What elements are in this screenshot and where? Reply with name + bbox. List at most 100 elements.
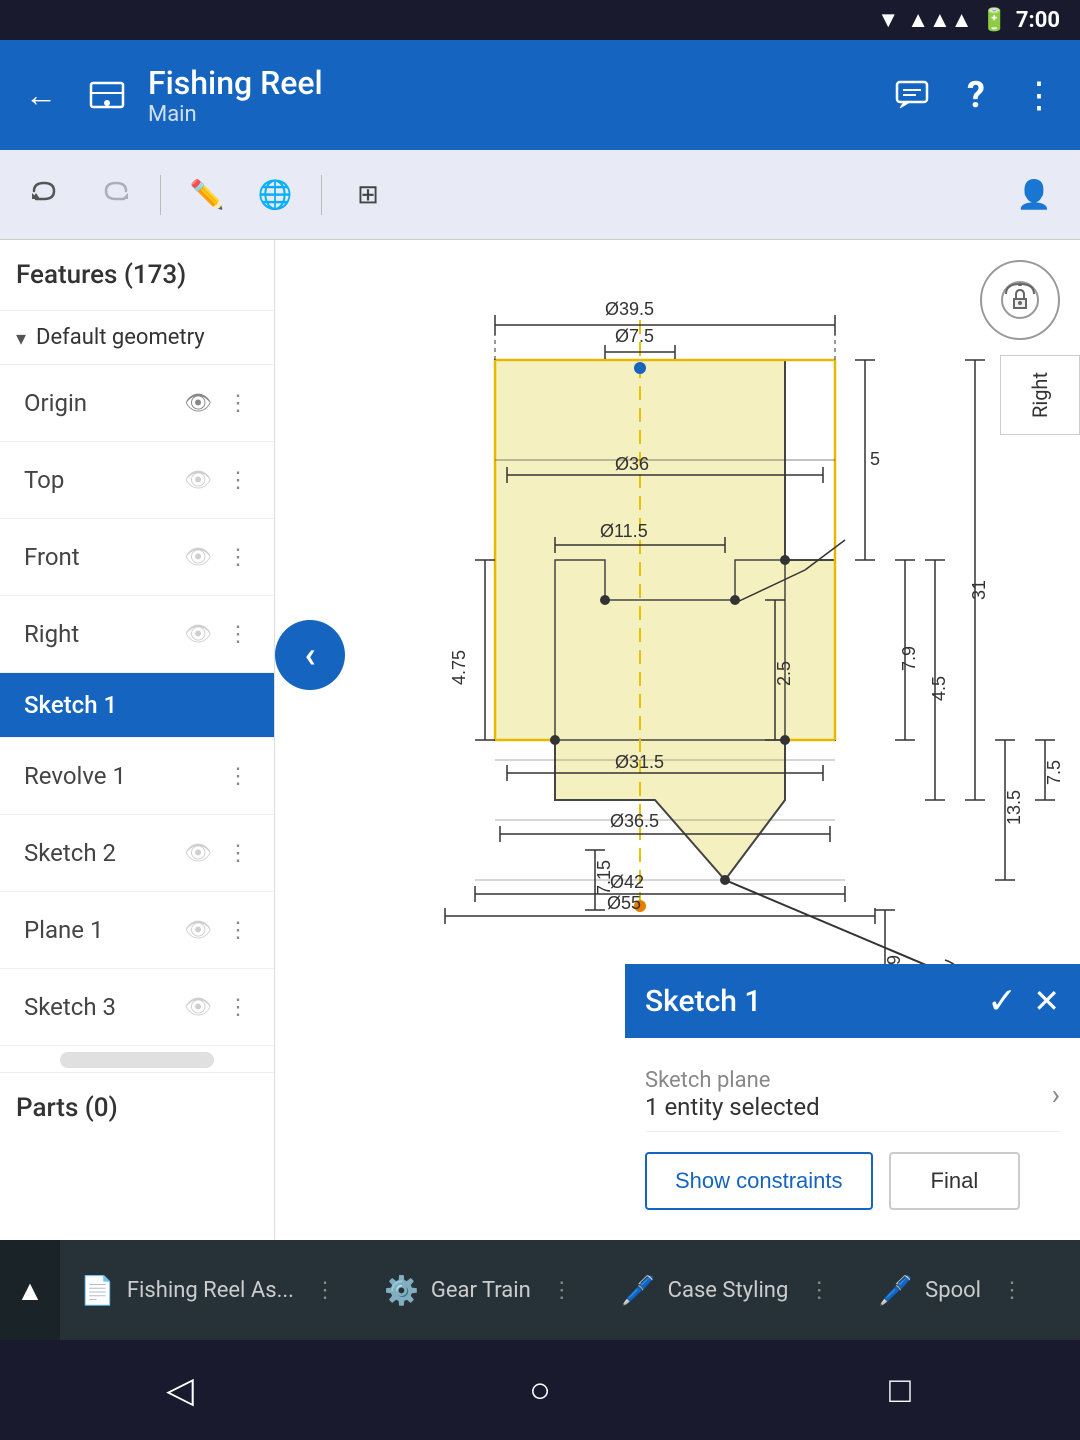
app-icon (82, 70, 132, 120)
eye-hidden-icon[interactable]: 👁 (178, 987, 218, 1027)
close-sketch-button[interactable]: ✕ (1033, 982, 1060, 1020)
more-icon[interactable]: ⋮ (218, 537, 258, 577)
tab-more-icon[interactable]: ⋮ (800, 1278, 838, 1303)
status-bar: ▼ ▲▲▲ 🔋 7:00 (0, 0, 1080, 40)
back-arrow-icon: ‹ (304, 634, 315, 676)
sidebar-item-label: Right (24, 620, 178, 648)
recent-nav-button[interactable]: □ (860, 1369, 940, 1411)
help-button[interactable]: ? (952, 71, 1000, 119)
default-geometry-label: Default geometry (36, 325, 205, 350)
app-title: Fishing Reel (148, 64, 872, 102)
sketch-plane-row[interactable]: Sketch plane 1 entity selected › (645, 1058, 1060, 1132)
svg-text:7.9: 7.9 (899, 646, 919, 671)
svg-text:Ø31.5: Ø31.5 (615, 752, 664, 772)
collapse-sidebar-button[interactable]: ‹ (275, 620, 345, 690)
more-icon[interactable]: ⋮ (218, 460, 258, 500)
svg-text:13.5: 13.5 (1004, 790, 1024, 825)
gear-icon: ⚙️ (384, 1274, 419, 1307)
sidebar-item-label: Revolve 1 (24, 762, 218, 790)
spool-icon: 🖊️ (878, 1274, 913, 1307)
eye-hidden-icon[interactable]: 👁 (178, 910, 218, 950)
more-icon[interactable]: ⋮ (218, 987, 258, 1027)
tab-more-icon[interactable]: ⋮ (306, 1278, 344, 1303)
time-display: 7:00 (1016, 8, 1060, 33)
tab-spool[interactable]: 🖊️ Spool ⋮ (858, 1240, 1051, 1340)
tab-bar: ▲ 📄 Fishing Reel As... ⋮ ⚙️ Gear Train ⋮… (0, 1240, 1080, 1340)
tab-case-styling[interactable]: 🖊️ Case Styling ⋮ (601, 1240, 859, 1340)
undo-button[interactable] (16, 165, 76, 225)
svg-text:Ø11.5: Ø11.5 (600, 521, 648, 541)
wifi-icon: ▼ (877, 7, 899, 33)
sidebar: Features (173) ▾ Default geometry Origin… (0, 240, 275, 1240)
app-subtitle: Main (148, 102, 872, 127)
more-icon[interactable]: ⋮ (218, 614, 258, 654)
comment-button[interactable] (888, 71, 936, 119)
tab-fishing-reel[interactable]: 📄 Fishing Reel As... ⋮ (60, 1240, 364, 1340)
eye-hidden-icon[interactable]: 👁 (178, 460, 218, 500)
features-header: Features (173) (0, 240, 274, 311)
more-icon[interactable]: ⋮ (218, 756, 258, 796)
default-geometry[interactable]: ▾ Default geometry (0, 311, 274, 365)
sidebar-item-top[interactable]: Top 👁 ⋮ (0, 442, 274, 519)
svg-text:Ø36: Ø36 (615, 454, 649, 474)
nav-bar: ◁ ○ □ (0, 1340, 1080, 1440)
more-button[interactable]: ⋮ (1016, 71, 1064, 119)
svg-text:4.5: 4.5 (929, 676, 949, 701)
svg-text:7.15: 7.15 (594, 860, 614, 895)
sidebar-item-sketch2[interactable]: Sketch 2 👁 ⋮ (0, 815, 274, 892)
sidebar-item-sketch1[interactable]: Sketch 1 (0, 673, 274, 738)
sketch-panel-body: Sketch plane 1 entity selected › Show co… (625, 1038, 1080, 1240)
tab-label: Gear Train (431, 1278, 531, 1303)
signal-icon: ▲▲▲ (907, 7, 972, 33)
eye-icon[interactable]: 👁 (178, 383, 218, 423)
eye-hidden-icon[interactable]: 👁 (178, 614, 218, 654)
sketch-panel-header: Sketch 1 ✓ ✕ (625, 964, 1080, 1038)
final-button[interactable]: Final (889, 1152, 1021, 1210)
tab-more-icon[interactable]: ⋮ (993, 1278, 1031, 1303)
sketch-panel: Sketch 1 ✓ ✕ Sketch plane 1 entity selec… (625, 964, 1080, 1240)
sidebar-item-label: Sketch 1 (24, 691, 258, 719)
svg-text:2.5: 2.5 (774, 661, 794, 686)
style-icon: 🖊️ (621, 1274, 656, 1307)
eye-hidden-icon[interactable]: 👁 (178, 537, 218, 577)
home-nav-button[interactable]: ○ (500, 1369, 580, 1411)
app-bar: ← Fishing Reel Main ? ⋮ (0, 40, 1080, 150)
more-icon[interactable]: ⋮ (218, 910, 258, 950)
parts-header: Parts (0) (0, 1072, 274, 1143)
back-button[interactable]: ← (16, 76, 66, 114)
tab-more-icon[interactable]: ⋮ (543, 1278, 581, 1303)
more-icon[interactable]: ⋮ (218, 383, 258, 423)
sidebar-item-label: Front (24, 543, 178, 571)
more-icon[interactable]: ⋮ (218, 833, 258, 873)
person-button[interactable]: 👤 (1004, 165, 1064, 225)
back-nav-button[interactable]: ◁ (140, 1369, 220, 1411)
sidebar-item-front[interactable]: Front 👁 ⋮ (0, 519, 274, 596)
tab-bar-up-button[interactable]: ▲ (0, 1240, 60, 1340)
sidebar-item-right[interactable]: Right 👁 ⋮ (0, 596, 274, 673)
globe-button[interactable]: 🌐 (245, 165, 305, 225)
show-constraints-button[interactable]: Show constraints (645, 1152, 873, 1210)
sidebar-item-label: Sketch 3 (24, 993, 178, 1021)
sidebar-item-plane1[interactable]: Plane 1 👁 ⋮ (0, 892, 274, 969)
pencil-button[interactable]: ✏️ (177, 165, 237, 225)
svg-text:Ø39.5: Ø39.5 (605, 299, 654, 319)
confirm-sketch-button[interactable]: ✓ (987, 980, 1017, 1022)
sidebar-item-label: Origin (24, 389, 178, 417)
sidebar-item-label: Plane 1 (24, 916, 178, 944)
sidebar-item-label: Sketch 2 (24, 839, 178, 867)
file-icon: 📄 (80, 1274, 115, 1307)
svg-text:Ø7.5: Ø7.5 (615, 326, 654, 346)
svg-text:7.5: 7.5 (1044, 760, 1064, 785)
redo-button[interactable] (84, 165, 144, 225)
toolbar-divider-2 (321, 175, 322, 215)
tab-gear-train[interactable]: ⚙️ Gear Train ⋮ (364, 1240, 601, 1340)
sketch-panel-title: Sketch 1 (645, 984, 971, 1019)
canvas-area[interactable]: Right ‹ (275, 240, 1080, 1240)
sidebar-item-origin[interactable]: Origin 👁 ⋮ (0, 365, 274, 442)
sidebar-item-sketch3[interactable]: Sketch 3 👁 ⋮ (0, 969, 274, 1046)
split-button[interactable]: ⊞ (338, 165, 398, 225)
up-arrow-icon: ▲ (16, 1274, 44, 1307)
sidebar-item-revolve1[interactable]: Revolve 1 ⋮ (0, 738, 274, 815)
eye-hidden-icon[interactable]: 👁 (178, 833, 218, 873)
svg-text:4.75: 4.75 (449, 650, 469, 685)
